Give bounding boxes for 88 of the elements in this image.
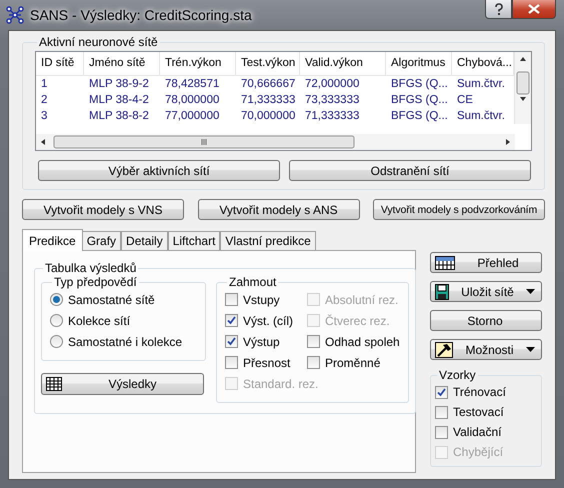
table-cell-text: 70,666667 — [240, 77, 296, 92]
table-cell-text: 71,333333 — [304, 109, 360, 124]
hammer-icon — [435, 342, 453, 358]
table-cell-text: MLP 38-4-2 — [88, 93, 150, 108]
side-button[interactable]: Přehled — [430, 252, 542, 273]
action-button[interactable]: Výběr aktivních sítí — [38, 160, 280, 181]
table-icon — [435, 256, 455, 270]
side-button[interactable]: Uložit sítě — [430, 281, 542, 302]
checkbox[interactable] — [225, 314, 238, 327]
side-button[interactable]: Storno — [430, 310, 542, 331]
option-label: Výstup — [243, 334, 280, 348]
action-button[interactable]: Odstranění sítí — [289, 160, 531, 181]
option-label: Validační — [453, 425, 502, 439]
table-cell-text: Sum.čtvr. — [456, 109, 506, 124]
column-header[interactable]: Jméno sítě — [84, 52, 160, 75]
option-label: Trénovací — [453, 385, 506, 399]
checkbox[interactable] — [307, 335, 320, 348]
table-cell-text: 71,333333 — [240, 93, 296, 108]
horizontal-scrollbar[interactable] — [36, 134, 515, 150]
radio-button[interactable] — [50, 293, 63, 306]
group-title: Zahmout — [228, 275, 278, 289]
group-title: Typ předpovědí — [53, 275, 138, 289]
column-header[interactable]: Valid.výkon — [300, 52, 386, 75]
caret-icon — [526, 289, 535, 294]
table-cell-text: CE — [456, 93, 474, 108]
table-cell-text: 78,000000 — [164, 93, 220, 108]
option-label: Standard. rez. — [243, 376, 318, 390]
option-label: Výst. (cíl) — [243, 314, 293, 328]
checkbox[interactable] — [225, 356, 238, 369]
table-cell-text: 3 — [40, 109, 48, 124]
option-label: Samostatné i kolekce — [68, 334, 182, 348]
tab[interactable]: Grafy — [82, 231, 122, 250]
create-models-button[interactable]: Vytvořit modely s podvzorkováním — [373, 199, 545, 220]
grid-icon — [46, 377, 62, 391]
option-label: Kolekce sítí — [68, 314, 130, 328]
radio-button[interactable] — [50, 335, 63, 348]
side-button[interactable]: Možnosti — [430, 339, 542, 360]
option-label: Absolutní rez. — [325, 292, 398, 306]
checkbox[interactable] — [225, 335, 238, 348]
option-label: Testovací — [453, 405, 504, 419]
table-cell-text: 70,000000 — [240, 109, 296, 124]
checkbox[interactable] — [435, 426, 448, 438]
table-cell-text: 72,000000 — [304, 77, 360, 92]
table-cell-text: 77,000000 — [164, 109, 220, 124]
option-label: Samostatné sítě — [68, 292, 155, 306]
column-header[interactable]: ID sítě — [36, 52, 84, 75]
option-label: Proměnné — [325, 356, 380, 370]
checkbox[interactable] — [435, 386, 448, 398]
network-icon — [6, 6, 24, 24]
table-cell-text: 2 — [40, 93, 48, 108]
group-title: Tabulka výsledků — [44, 261, 138, 275]
table-cell-text: BFGS (Q... — [390, 93, 449, 108]
table-cell-text: Sum.čtvr. — [456, 77, 506, 92]
caret-icon — [526, 347, 535, 352]
option-label: Vstupy — [243, 292, 280, 306]
results-button[interactable]: Výsledky — [41, 373, 204, 395]
table-cell-text: BFGS (Q... — [390, 77, 449, 92]
vertical-scrollbar[interactable] — [514, 52, 531, 124]
help-icon — [494, 3, 504, 15]
option-label: Čtverec rez. — [325, 314, 390, 328]
table-cell-text: 73,333333 — [304, 93, 360, 108]
close-icon — [528, 4, 540, 14]
create-models-button[interactable]: Vytvořit modely s ANS — [198, 199, 360, 220]
column-header[interactable]: Trén.výkon — [160, 52, 236, 75]
create-models-button[interactable]: Vytvořit modely s VNS — [22, 199, 184, 220]
checkbox[interactable] — [307, 356, 320, 369]
checkbox[interactable] — [435, 406, 448, 418]
column-header[interactable]: Algoritmus — [386, 52, 452, 75]
table-cell-text: MLP 38-9-2 — [88, 77, 150, 92]
help-button[interactable] — [485, 0, 512, 19]
option-label: Chybějící — [453, 445, 504, 459]
table-cell-text: BFGS (Q... — [390, 109, 449, 124]
table-cell-text: MLP 38-8-2 — [88, 109, 150, 124]
tab[interactable]: Vlastní predikce — [220, 231, 316, 250]
tab[interactable]: Liftchart — [168, 231, 220, 250]
table-cell-text: 1 — [40, 77, 48, 92]
tab[interactable]: Predikce — [22, 229, 83, 251]
group-title: Aktivní neuronové sítě — [38, 35, 159, 49]
window-title: SANS - Výsledky: CreditScoring.sta — [30, 7, 252, 23]
group-title: Vzorky — [438, 368, 477, 382]
table-cell-text: 78,428571 — [164, 77, 220, 92]
close-button[interactable] — [512, 0, 556, 19]
option-label: Přesnost — [243, 356, 290, 370]
tab[interactable]: Detaily — [121, 231, 168, 250]
checkbox[interactable] — [225, 293, 238, 306]
column-header[interactable]: Test.výkon — [236, 52, 300, 75]
option-label: Odhad spoleh — [325, 334, 400, 348]
radio-button[interactable] — [50, 314, 63, 327]
